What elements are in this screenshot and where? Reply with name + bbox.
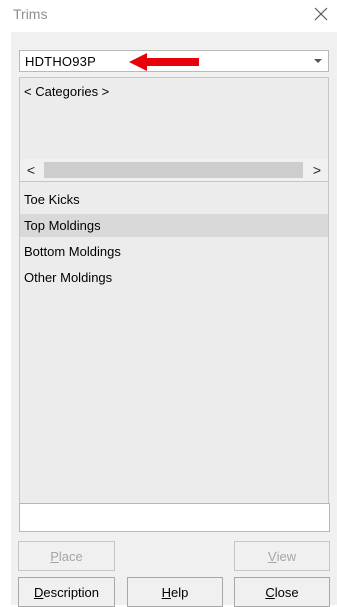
- categories-label[interactable]: < Categories >: [24, 84, 109, 99]
- close-label-rest: lose: [274, 584, 299, 600]
- window-title: Trims: [13, 6, 48, 22]
- scroll-right-icon[interactable]: >: [306, 159, 328, 181]
- view-accel: V: [267, 548, 277, 564]
- view-label-rest: iew: [276, 548, 297, 564]
- place-button[interactable]: Place: [18, 541, 115, 571]
- chevron-down-icon[interactable]: [314, 59, 322, 63]
- description-accel: D: [33, 584, 44, 600]
- trims-dialog: Trims HDTHO93P < Categories > < > Toe Ki…: [0, 0, 337, 607]
- horizontal-scrollbar[interactable]: < >: [20, 159, 328, 181]
- text-input[interactable]: [19, 503, 330, 532]
- categories-panel[interactable]: < Categories > < >: [19, 77, 329, 182]
- scroll-left-icon[interactable]: <: [20, 159, 42, 181]
- help-accel: H: [161, 584, 172, 600]
- close-accel: C: [265, 584, 275, 600]
- list-item[interactable]: Bottom Moldings: [20, 240, 328, 263]
- close-button[interactable]: Close: [234, 577, 330, 607]
- title-bar[interactable]: Trims: [0, 0, 337, 32]
- dialog-body: HDTHO93P < Categories > < > Toe Kicks To…: [11, 32, 337, 607]
- red-arrow-icon: [129, 53, 199, 71]
- scroll-thumb[interactable]: [44, 162, 303, 178]
- trim-list[interactable]: Toe Kicks Top Moldings Bottom Moldings O…: [19, 182, 329, 529]
- place-label-rest: lace: [58, 548, 83, 564]
- list-item-selected[interactable]: Top Moldings: [20, 214, 328, 237]
- close-icon[interactable]: [308, 2, 334, 26]
- list-item[interactable]: Toe Kicks: [20, 188, 328, 211]
- description-label-rest: escription: [43, 584, 100, 600]
- combo-value: HDTHO93P: [25, 54, 96, 69]
- place-accel: P: [50, 548, 59, 564]
- list-item[interactable]: Other Moldings: [20, 266, 328, 289]
- view-button[interactable]: View: [234, 541, 330, 571]
- help-button[interactable]: Help: [127, 577, 223, 607]
- help-label-rest: elp: [171, 584, 189, 600]
- description-button[interactable]: Description: [18, 577, 115, 607]
